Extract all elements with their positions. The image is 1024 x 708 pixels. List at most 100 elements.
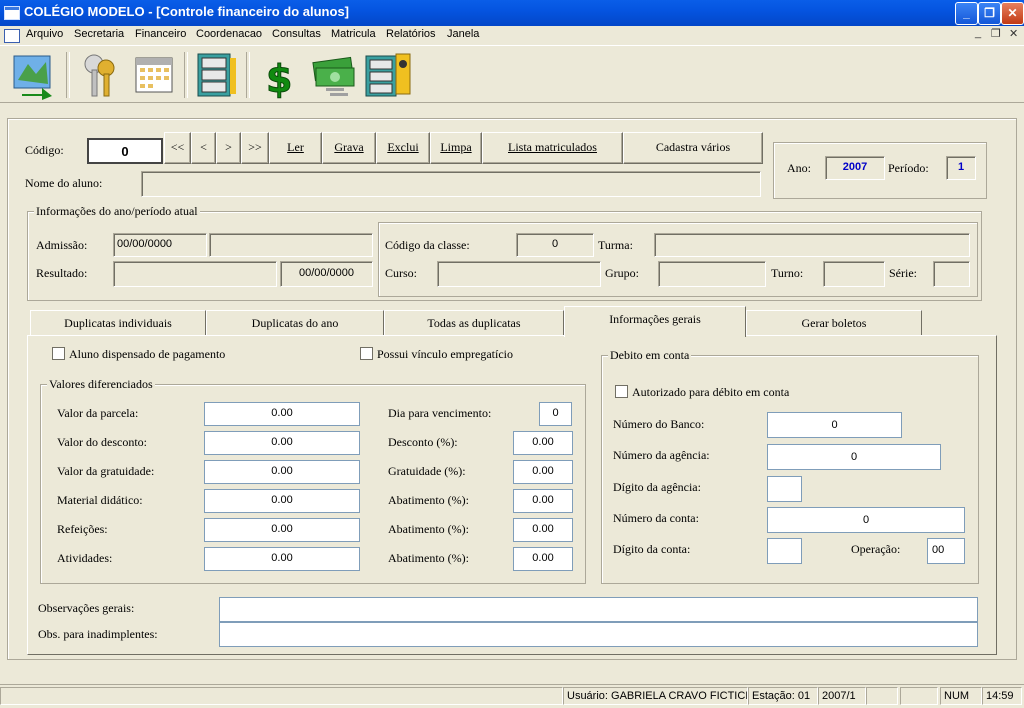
abatimento-1-input[interactable]: 0.00	[513, 489, 573, 513]
restore-button[interactable]: ❐	[978, 2, 1001, 25]
menu-arquivo[interactable]: Arquivo	[26, 28, 63, 40]
abatimento-3-input[interactable]: 0.00	[513, 547, 573, 571]
ano-field: 2007	[825, 156, 885, 180]
menu-matricula[interactable]: Matricula	[331, 28, 376, 40]
codigo-input[interactable]: 0	[87, 138, 163, 164]
exclui-button[interactable]: Exclui	[376, 132, 430, 164]
mdi-close-icon[interactable]: ✕	[1009, 27, 1018, 40]
grava-button[interactable]: Grava	[322, 132, 376, 164]
abatimento-2-input[interactable]: 0.00	[513, 518, 573, 542]
periodo-field: 1	[946, 156, 976, 180]
last-record-button[interactable]: >>	[241, 132, 269, 164]
mdi-restore-icon[interactable]: ❐	[991, 27, 1001, 40]
numero-conta-label: Número da conta:	[613, 511, 699, 525]
status-periodo: 2007/1	[818, 687, 866, 705]
dia-vencimento-input[interactable]: 0	[539, 402, 572, 426]
obs-inadimplentes-input[interactable]	[219, 622, 978, 647]
first-record-button[interactable]: <<	[164, 132, 191, 164]
limpa-button[interactable]: Limpa	[430, 132, 482, 164]
menu-financeiro[interactable]: Financeiro	[135, 28, 186, 40]
tab-todas-as-duplicatas[interactable]: Todas as duplicatas	[384, 310, 564, 336]
numero-agencia-label: Número da agência:	[613, 448, 710, 462]
status-bar: Usuário: GABRIELA CRAVO FICTICIO Estação…	[0, 684, 1024, 708]
abatimento-3-label: Abatimento (%):	[388, 551, 469, 565]
dia-vencimento-label: Dia para vencimento:	[388, 406, 492, 420]
previous-record-button[interactable]: <	[191, 132, 216, 164]
vinculo-checkbox[interactable]	[360, 347, 373, 360]
valor-desconto-input[interactable]: 0.00	[204, 431, 360, 455]
close-button[interactable]: ✕	[1001, 2, 1024, 25]
ler-button[interactable]: Ler	[269, 132, 322, 164]
valor-desconto-label: Valor do desconto:	[57, 435, 147, 449]
window-title: COLÉGIO MODELO - [Controle financeiro do…	[24, 4, 349, 19]
menu-coordenacao[interactable]: Coordenacao	[196, 28, 262, 40]
file-cabinet-person-icon[interactable]	[362, 50, 414, 100]
valor-parcela-input[interactable]: 0.00	[204, 402, 360, 426]
gratuidade-pct-input[interactable]: 0.00	[513, 460, 573, 484]
status-time: 14:59	[982, 687, 1022, 705]
resultado-date-field: 00/00/0000	[280, 261, 373, 287]
codigo-classe-field: 0	[516, 233, 594, 257]
dispensado-label: Aluno dispensado de pagamento	[69, 347, 226, 361]
tab-duplicatas-do-ano[interactable]: Duplicatas do ano	[206, 310, 384, 336]
menu-bar: Arquivo Secretaria Financeiro Coordenaca…	[0, 26, 1024, 45]
money-icon[interactable]	[308, 50, 360, 100]
numero-agencia-input[interactable]: 0	[767, 444, 941, 470]
map-arrow-icon[interactable]	[8, 50, 60, 100]
nome-aluno-field[interactable]	[141, 171, 761, 197]
dollar-icon[interactable]: $	[254, 50, 306, 102]
status-estacao: Estação: 01	[748, 687, 818, 705]
mdi-minimize-icon[interactable]: _	[975, 27, 981, 39]
minimize-button[interactable]: _	[955, 2, 978, 25]
valor-gratuidade-input[interactable]: 0.00	[204, 460, 360, 484]
menu-janela[interactable]: Janela	[447, 28, 479, 40]
menu-consultas[interactable]: Consultas	[272, 28, 321, 40]
tab-informacoes-gerais[interactable]: Informações gerais	[564, 306, 746, 337]
tab-gerar-boletos[interactable]: Gerar boletos	[746, 310, 922, 336]
dispensado-checkbox[interactable]	[52, 347, 65, 360]
title-bar: COLÉGIO MODELO - [Controle financeiro do…	[0, 0, 1024, 26]
resultado-field	[113, 261, 277, 287]
status-num: NUM	[940, 687, 982, 705]
serie-label: Série:	[889, 266, 917, 280]
lista-matriculados-button[interactable]: Lista matriculados	[482, 132, 623, 164]
mdi-document-icon[interactable]	[4, 29, 20, 43]
gratuidade-pct-label: Gratuidade (%):	[388, 464, 466, 478]
digito-agencia-input[interactable]	[767, 476, 802, 502]
status-empty-panel	[0, 687, 563, 705]
info-group-title: Informações do ano/período atual	[34, 204, 200, 219]
refeicoes-label: Refeições:	[57, 522, 108, 536]
svg-text:$: $	[266, 57, 292, 100]
obs-inadimplentes-label: Obs. para inadimplentes:	[38, 627, 158, 641]
calendar-icon[interactable]	[128, 50, 180, 100]
material-didatico-input[interactable]: 0.00	[204, 489, 360, 513]
admissao-label: Admissão:	[36, 238, 88, 252]
operacao-label: Operação:	[851, 542, 901, 556]
atividades-input[interactable]: 0.00	[204, 547, 360, 571]
keys-icon[interactable]	[74, 50, 126, 100]
cadastra-varios-button[interactable]: Cadastra vários	[623, 132, 763, 164]
menu-relatorios[interactable]: Relatórios	[386, 28, 436, 40]
obs-gerais-input[interactable]	[219, 597, 978, 622]
refeicoes-input[interactable]: 0.00	[204, 518, 360, 542]
digito-conta-input[interactable]	[767, 538, 802, 564]
filing-cabinet-icon[interactable]	[190, 50, 242, 100]
periodo-label: Período:	[888, 161, 929, 175]
autorizado-checkbox[interactable]	[615, 385, 628, 398]
next-record-button[interactable]: >	[216, 132, 241, 164]
numero-banco-input[interactable]: 0	[767, 412, 902, 438]
nome-aluno-label: Nome do aluno:	[25, 176, 103, 190]
tab-duplicatas-individuais[interactable]: Duplicatas individuais	[30, 310, 206, 336]
grupo-label: Grupo:	[605, 266, 639, 280]
menu-secretaria[interactable]: Secretaria	[74, 28, 124, 40]
valores-group-title: Valores diferenciados	[47, 377, 155, 392]
ano-label: Ano:	[787, 161, 811, 175]
operacao-input[interactable]: 00	[927, 538, 965, 564]
turma-field	[654, 233, 970, 257]
valor-parcela-label: Valor da parcela:	[57, 406, 139, 420]
obs-gerais-label: Observações gerais:	[38, 601, 135, 615]
desconto-pct-label: Desconto (%):	[388, 435, 458, 449]
numero-conta-input[interactable]: 0	[767, 507, 965, 533]
desconto-pct-input[interactable]: 0.00	[513, 431, 573, 455]
material-didatico-label: Material didático:	[57, 493, 143, 507]
